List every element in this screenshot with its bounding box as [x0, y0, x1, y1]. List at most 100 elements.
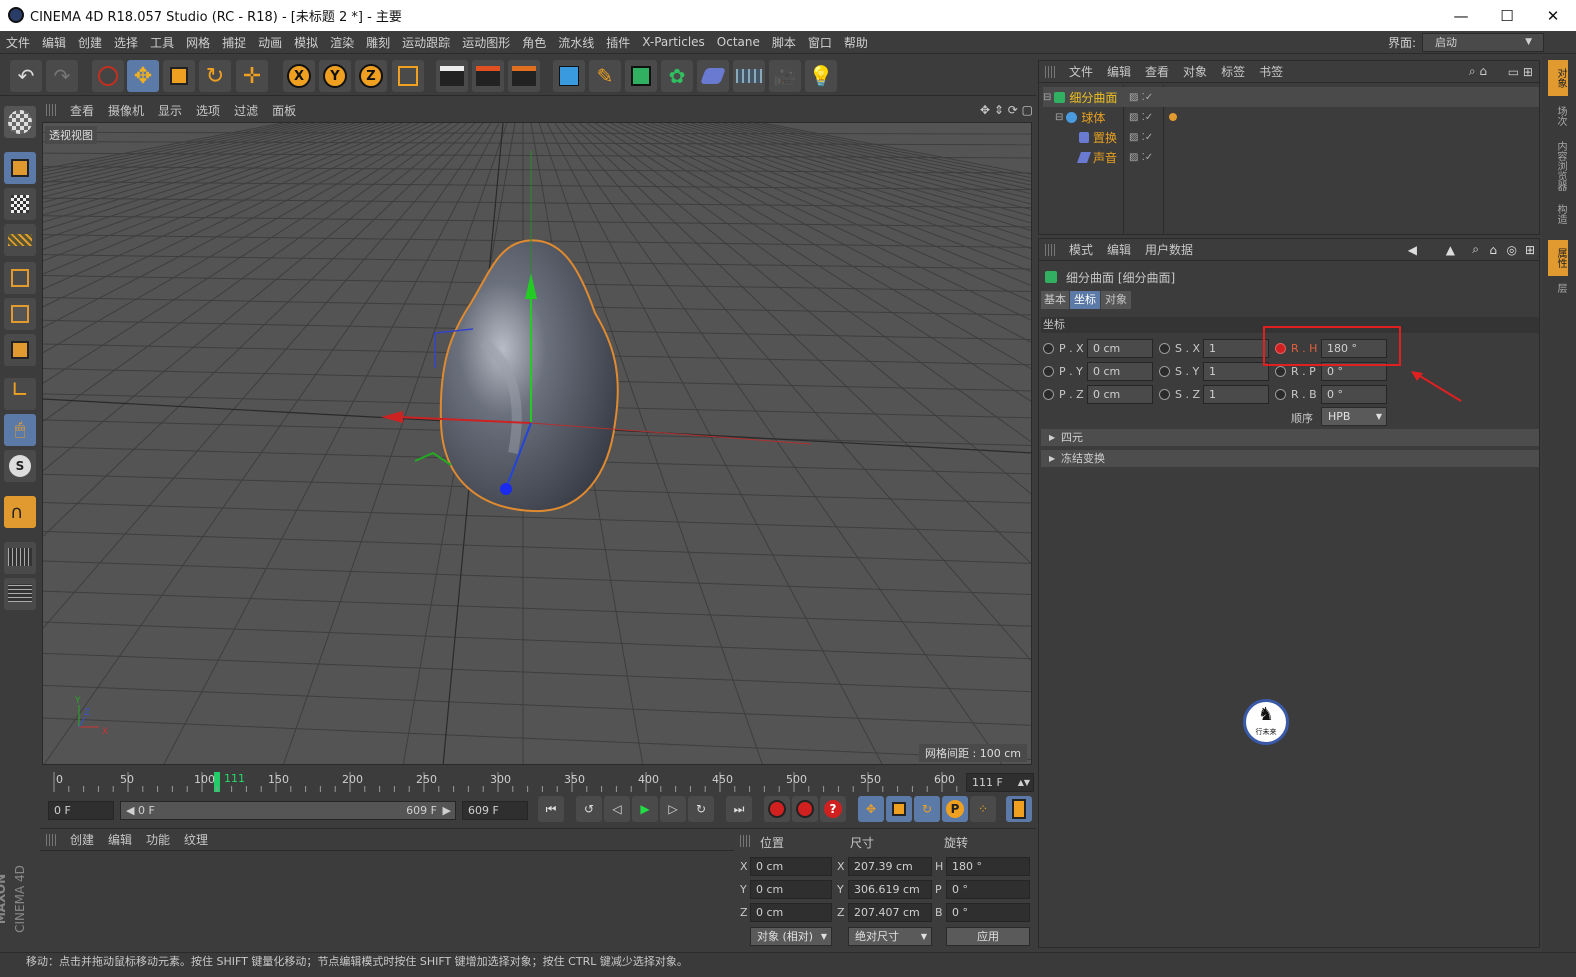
group-freeze-transform[interactable]: ▶ 冻结变换 — [1041, 450, 1539, 467]
z-handle-icon[interactable] — [500, 483, 512, 495]
redo-button[interactable]: ↷ — [46, 60, 78, 92]
obj-menu-edit[interactable]: 编辑 — [1107, 63, 1131, 80]
polygons-mode-button[interactable] — [4, 334, 36, 366]
grip-handle[interactable] — [46, 833, 56, 846]
py-field[interactable]: 0 cm — [1087, 362, 1153, 381]
key-scale-button[interactable] — [886, 796, 912, 822]
rp-keyframe-toggle[interactable] — [1275, 366, 1286, 377]
sy-keyframe-toggle[interactable] — [1159, 366, 1170, 377]
vp-menu-display[interactable]: 显示 — [158, 102, 182, 119]
x-arrow-icon[interactable] — [381, 411, 403, 423]
record-keys-button[interactable] — [764, 796, 790, 822]
menu-mograph[interactable]: 运动图形 — [462, 34, 510, 51]
menu-simulate[interactable]: 模拟 — [294, 34, 318, 51]
menu-script[interactable]: 脚本 — [772, 34, 796, 51]
go-to-start-button[interactable]: ⏮ — [538, 796, 564, 822]
tweak-mode-button[interactable]: 🖱 — [4, 414, 36, 446]
layout-select[interactable]: 启动 ▼ — [1422, 33, 1544, 52]
start-frame-field[interactable]: 0 F — [48, 801, 114, 820]
menu-motion-tracking[interactable]: 运动跟踪 — [402, 34, 450, 51]
model-mode-button[interactable] — [4, 152, 36, 184]
coord-rot-h-field[interactable]: 180 ° — [946, 857, 1030, 876]
transform-tool-button[interactable]: ✛ — [236, 60, 268, 92]
axis-mode-button[interactable]: ∟ — [4, 378, 36, 410]
prev-frame-button[interactable]: ◁ — [604, 796, 630, 822]
mat-menu-create[interactable]: 创建 — [70, 831, 94, 848]
sz-keyframe-toggle[interactable] — [1159, 389, 1170, 400]
mat-menu-texture[interactable]: 纹理 — [184, 831, 208, 848]
move-tool-button[interactable]: ✥ — [127, 60, 159, 92]
visibility-toggle-icon[interactable]: ▨ ⁚✓ — [1129, 92, 1153, 103]
menu-tools[interactable]: 工具 — [150, 34, 174, 51]
object-row[interactable]: 置换 ▨ ⁚✓ — [1043, 127, 1539, 147]
menu-window[interactable]: 窗口 — [808, 34, 832, 51]
deformer-button[interactable] — [697, 60, 729, 92]
edges-mode-button[interactable] — [4, 298, 36, 330]
minimize-button[interactable]: — — [1438, 0, 1484, 31]
search-icon[interactable]: ⌕ ⌂ — [1469, 64, 1487, 79]
obj-menu-tags[interactable]: 标签 — [1221, 63, 1245, 80]
select-tool-button[interactable] — [92, 60, 124, 92]
texture-mode-button[interactable] — [4, 188, 36, 220]
window-controls-icon[interactable]: ▭ ⊞ — [1508, 65, 1533, 79]
attr-menu-edit[interactable]: 编辑 — [1107, 241, 1131, 258]
pen-spline-button[interactable]: ✎ — [589, 60, 621, 92]
scale-tool-button[interactable] — [163, 60, 195, 92]
visibility-toggle-icon[interactable]: ▨ ⁚✓ — [1129, 152, 1153, 163]
menu-snap[interactable]: 捕捉 — [222, 34, 246, 51]
tab-basic[interactable]: 基本 — [1041, 291, 1069, 309]
close-button[interactable]: ✕ — [1530, 0, 1576, 31]
z-axis-lock-button[interactable]: Z — [355, 60, 387, 92]
sx-keyframe-toggle[interactable] — [1159, 343, 1170, 354]
menu-create[interactable]: 创建 — [78, 34, 102, 51]
side-tab-objects[interactable]: 对象 — [1548, 60, 1568, 96]
autokey-button[interactable] — [792, 796, 818, 822]
menu-animate[interactable]: 动画 — [258, 34, 282, 51]
menu-help[interactable]: 帮助 — [844, 34, 868, 51]
menu-character[interactable]: 角色 — [522, 34, 546, 51]
viewport-nav-icon[interactable]: ✥ ⇕ ⟳ ▢ — [980, 103, 1033, 117]
subdivision-surface-button[interactable] — [625, 60, 657, 92]
magnet-button[interactable]: ∩ — [4, 496, 36, 528]
grip-handle[interactable] — [1045, 243, 1055, 256]
render-view-button[interactable] — [436, 60, 468, 92]
key-position-button[interactable]: ✥ — [858, 796, 884, 822]
light-button[interactable]: 💡 — [805, 60, 837, 92]
side-tab-structure[interactable]: 构造 — [1548, 198, 1568, 230]
camera-button[interactable]: 🎥 — [769, 60, 801, 92]
vp-menu-options[interactable]: 选项 — [196, 102, 220, 119]
prev-key-button[interactable]: ↺ — [576, 796, 602, 822]
y-axis-lock-button[interactable]: Y — [319, 60, 351, 92]
render-settings-button[interactable] — [508, 60, 540, 92]
sx-field[interactable]: 1 — [1203, 339, 1269, 358]
back-arrow-icon[interactable]: ◀ — [1408, 243, 1417, 257]
menu-octane[interactable]: Octane — [717, 35, 760, 49]
pz-keyframe-toggle[interactable] — [1043, 389, 1054, 400]
vp-menu-cameras[interactable]: 摄像机 — [108, 102, 144, 119]
grip-handle[interactable] — [740, 835, 750, 847]
timeline-window-button[interactable] — [1006, 796, 1032, 822]
obj-menu-bookmarks[interactable]: 书签 — [1259, 63, 1283, 80]
coordinate-system-button[interactable] — [392, 60, 424, 92]
next-frame-button[interactable]: ▷ — [660, 796, 686, 822]
mat-menu-function[interactable]: 功能 — [146, 831, 170, 848]
render-to-picture-viewer-button[interactable] — [472, 60, 504, 92]
menu-select[interactable]: 选择 — [114, 34, 138, 51]
points-mode-button[interactable] — [4, 262, 36, 294]
apply-button[interactable]: 应用 — [946, 927, 1030, 946]
workplane-lock-button[interactable] — [4, 542, 36, 574]
menu-pipeline[interactable]: 流水线 — [558, 34, 594, 51]
mat-menu-edit[interactable]: 编辑 — [108, 831, 132, 848]
menu-sculpt[interactable]: 雕刻 — [366, 34, 390, 51]
timeline-ruler[interactable]: 0 50 100 150 200 250 300 350 400 450 500 550 600 111… — [40, 770, 1036, 794]
sz-field[interactable]: 1 — [1203, 385, 1269, 404]
coord-rot-b-field[interactable]: 0 ° — [946, 903, 1030, 922]
workplane-mode-button[interactable] — [4, 224, 36, 256]
menu-edit[interactable]: 编辑 — [42, 34, 66, 51]
obj-menu-object[interactable]: 对象 — [1183, 63, 1207, 80]
size-mode-select[interactable]: 绝对尺寸 ▼ — [848, 927, 932, 946]
vp-menu-view[interactable]: 查看 — [70, 102, 94, 119]
side-tab-layers[interactable]: 层 — [1548, 278, 1568, 298]
range-slider[interactable]: ◀ 0 F 609 F ▶ — [120, 801, 456, 820]
coord-size-x-field[interactable]: 207.39 cm — [848, 857, 932, 876]
